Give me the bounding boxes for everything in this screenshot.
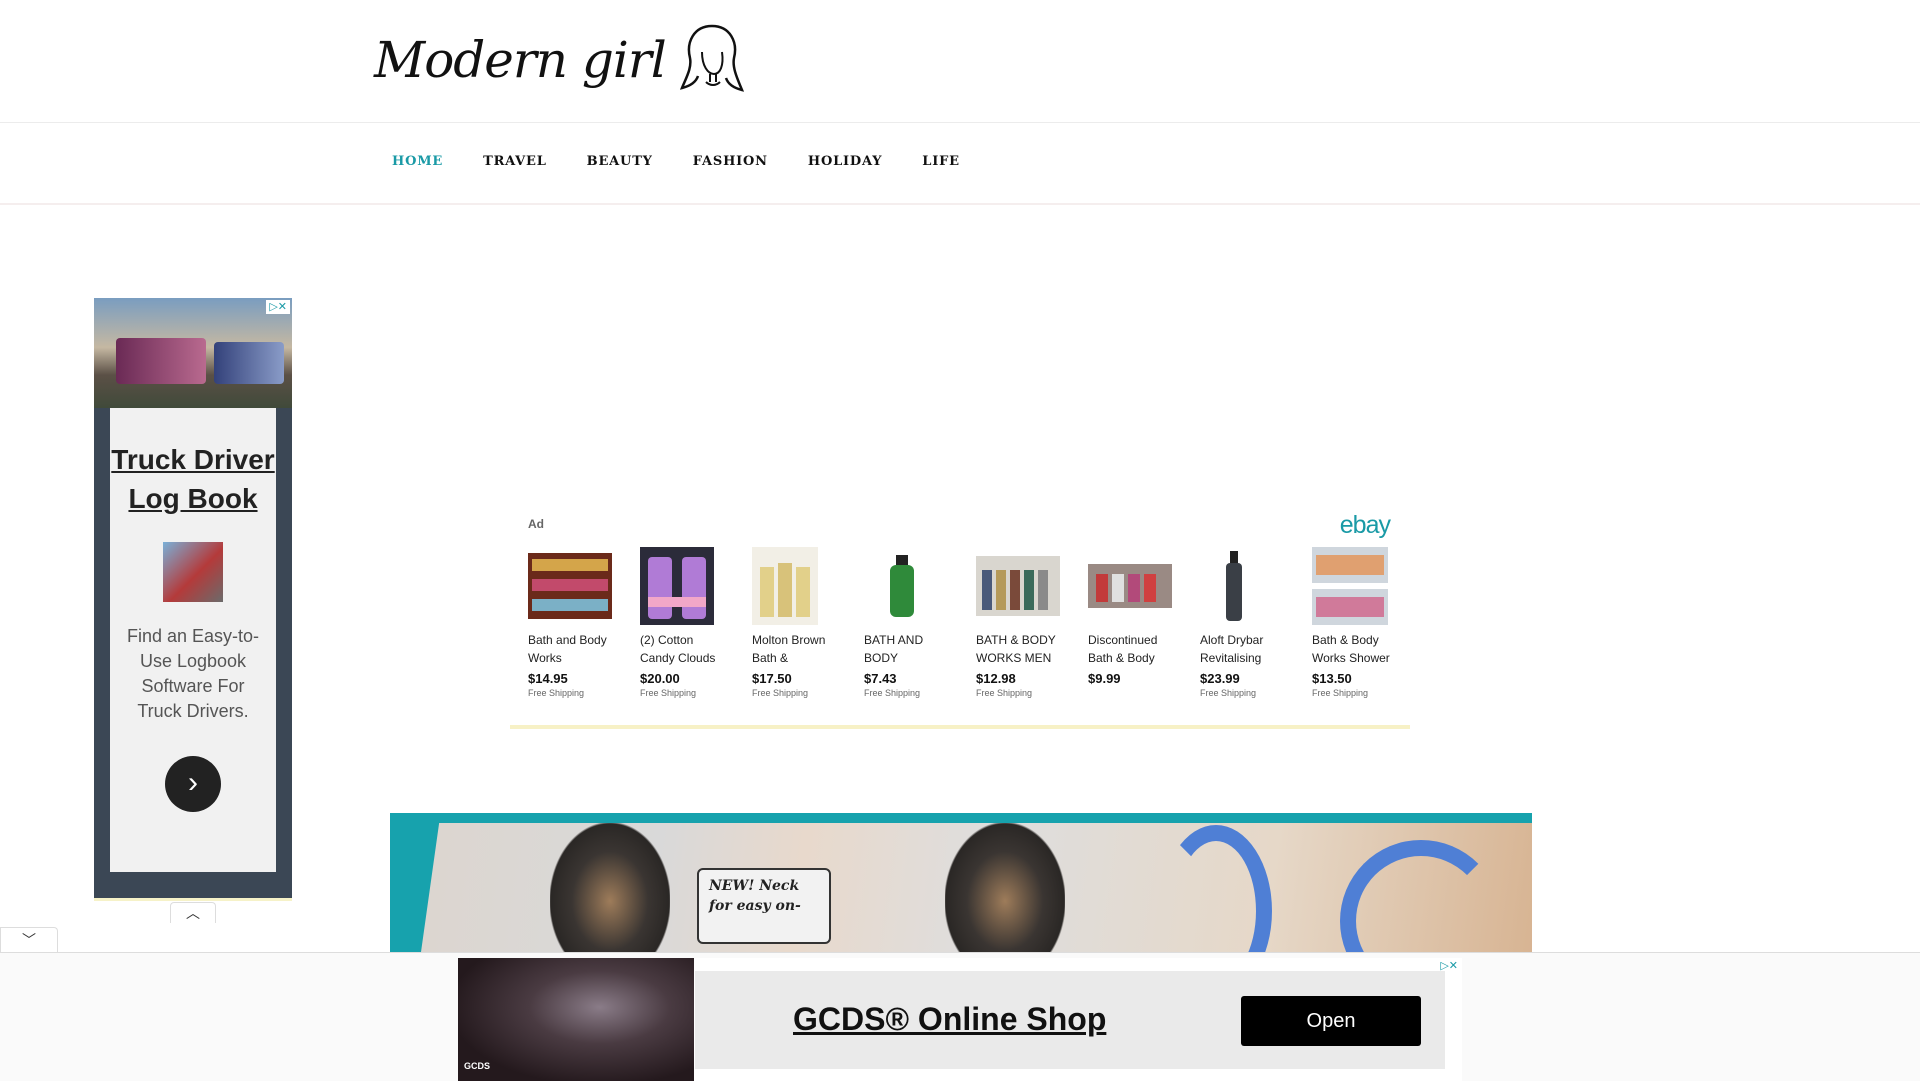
nav-item-fashion[interactable]: FASHION [693,154,768,169]
product-image [752,547,836,625]
chevron-down-icon[interactable]: ﹀ [0,927,58,953]
nav-item-life[interactable]: LIFE [922,154,960,169]
side-ad-thumbnail [163,542,223,602]
truck-photo: ▷✕ [94,298,292,408]
product-image [640,547,724,625]
logo-text: Modern girl [374,31,667,89]
ebay-product[interactable]: BATH & BODY WORKS MEN $12.98 Free Shippi… [976,547,1088,698]
product-shipping: Free Shipping [752,688,809,698]
product-price: $14.95 [528,671,568,686]
truck-image-1 [116,338,206,384]
nav-item-beauty[interactable]: BEAUTY [587,154,653,169]
product-name: Bath & Body Works Shower [1312,633,1390,665]
product-name: Molton Brown Bath & [752,633,826,665]
adchoices-icon[interactable]: ▷✕ [1440,959,1458,973]
product-price: $17.50 [752,671,792,686]
site-header: Modern girl [0,0,1920,123]
anchor-image-brand: GCDS [464,1061,491,1071]
ebay-product[interactable]: Bath & Body Works Shower $13.50 Free Shi… [1312,547,1424,698]
adchoices-icon[interactable]: ▷✕ [266,300,290,314]
ebay-product[interactable]: Aloft Drybar Revitalising $23.99 Free Sh… [1200,547,1312,698]
anchor-ad-panel: GCDS® Online Shop Open [695,971,1445,1069]
truck-image-2 [214,342,284,384]
product-name: Discontinued Bath & Body [1088,633,1158,665]
side-ad-divider [94,898,292,901]
product-name: Aloft Drybar Revitalising [1200,633,1264,665]
side-ad-card: Truck Driver Log Book Find an Easy-to-Us… [110,408,276,872]
ebay-logo[interactable]: ebay [1340,511,1391,540]
open-button[interactable]: Open [1241,996,1421,1046]
ebay-ad-divider [510,725,1410,729]
main-nav: HOME TRAVEL BEAUTY FASHION HOLIDAY LIFE [0,123,1920,205]
ebay-product[interactable]: Bath and Body Works $14.95 Free Shipping [528,547,640,698]
product-price: $23.99 [1200,671,1240,686]
chevron-up-icon[interactable]: ︿ [170,902,216,923]
hero-tagline: NEW! Neck for easy on- [697,868,831,944]
ebay-product[interactable]: Molton Brown Bath & $17.50 Free Shipping [752,547,864,698]
hero-tagline-line1: NEW! Neck [709,878,800,894]
ebay-product[interactable]: BATH AND BODY WORKS $7.43 Free Shipping [864,547,976,698]
product-name: Bath and Body Works [528,633,607,665]
product-name: BATH & BODY WORKS MEN [976,633,1056,665]
girl-silhouette-icon [679,24,744,92]
ad-label: Ad [528,517,544,531]
ebay-product[interactable]: Discontinued Bath & Body $9.99 [1088,547,1200,698]
product-price: $13.50 [1312,671,1352,686]
ebay-ad: Ad ebay Bath and Body Works $14.95 Free … [510,505,1410,729]
product-shipping: Free Shipping [1200,688,1257,698]
anchor-ad[interactable]: GCDS GCDS® Online Shop Open ▷✕ [458,958,1462,1081]
side-ad-description: Find an Easy-to-Use Logbook Software For… [126,626,260,721]
dog-image [945,823,1065,953]
hero-tagline-line2: for easy on- [709,898,801,914]
product-price: $7.43 [864,671,897,686]
nav-item-home[interactable]: HOME [392,154,443,169]
product-image [1312,547,1396,625]
product-price: $12.98 [976,671,1016,686]
nav-item-holiday[interactable]: HOLIDAY [808,154,882,169]
ebay-product[interactable]: (2) Cotton Candy Clouds $20.00 Free Ship… [640,547,752,698]
nav-item-travel[interactable]: TRAVEL [483,154,547,169]
product-price: $20.00 [640,671,680,686]
product-name: BATH AND BODY WORKS [864,633,924,665]
dog-image [550,823,670,953]
product-shipping: Free Shipping [640,688,697,698]
product-shipping: Free Shipping [976,688,1033,698]
product-image [976,547,1060,625]
product-image [864,547,948,625]
product-image [528,547,612,625]
chevron-right-icon[interactable]: › [165,756,221,812]
anchor-ad-container: GCDS GCDS® Online Shop Open ▷✕ [0,952,1920,1081]
product-shipping: Free Shipping [864,688,921,698]
product-name: (2) Cotton Candy Clouds [640,633,716,665]
product-shipping: Free Shipping [528,688,585,698]
anchor-ad-title[interactable]: GCDS® Online Shop [793,1001,1106,1038]
side-ad[interactable]: ▷✕ Truck Driver Log Book Find an Easy-to… [94,298,292,898]
product-price: $9.99 [1088,671,1121,686]
product-image [1088,547,1172,625]
anchor-ad-image: GCDS [458,958,694,1081]
product-shipping: Free Shipping [1312,688,1369,698]
site-logo[interactable]: Modern girl [374,22,744,98]
product-image [1200,547,1284,625]
side-ad-title[interactable]: Truck Driver Log Book [110,440,276,518]
